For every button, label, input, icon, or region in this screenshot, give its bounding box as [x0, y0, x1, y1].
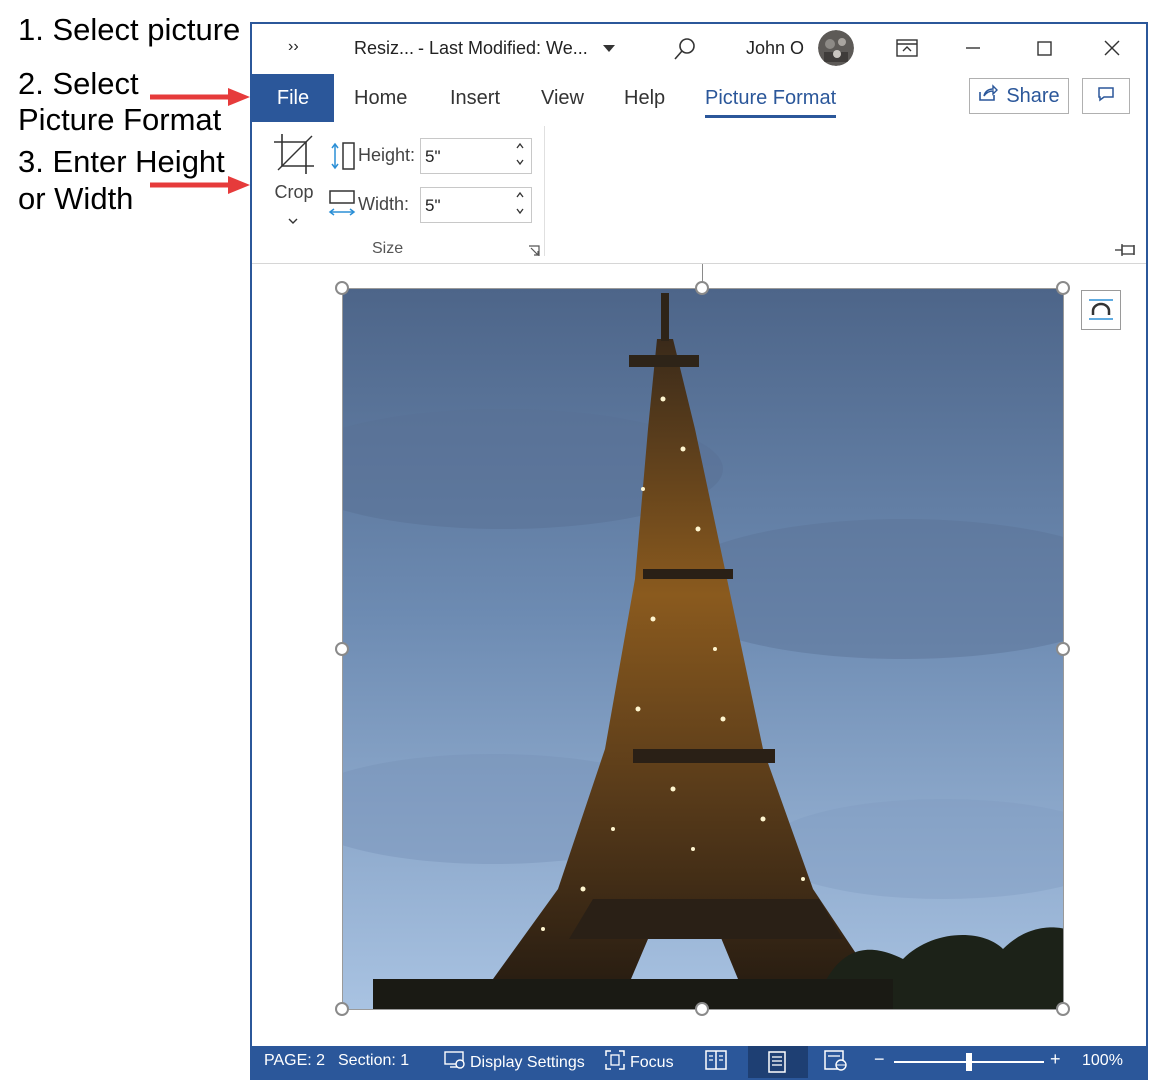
share-icon	[978, 84, 999, 108]
title-bar: ›› Resiz... - Last Modified: We... John …	[252, 24, 1146, 74]
layout-options-button[interactable]	[1081, 290, 1121, 330]
display-settings-icon	[444, 1050, 466, 1075]
tab-file[interactable]: File	[252, 74, 334, 122]
height-label: Height:	[358, 145, 416, 165]
crop-icon	[272, 132, 316, 181]
zoom-level[interactable]: 100%	[1082, 1052, 1123, 1070]
annotation-step-3b: or Width	[18, 181, 134, 216]
width-icon	[328, 189, 356, 224]
tab-view[interactable]: View	[541, 74, 584, 122]
overflow-icon[interactable]: ››	[288, 38, 299, 56]
zoom-slider-thumb[interactable]	[966, 1053, 972, 1071]
zoom-in-button[interactable]: +	[1050, 1049, 1061, 1070]
display-mode-icon[interactable]	[896, 38, 918, 58]
zoom-out-button[interactable]: −	[874, 1049, 885, 1070]
width-input[interactable]: 5"	[420, 187, 532, 223]
height-icon	[330, 142, 356, 175]
annotation-step-2b: Picture Format	[18, 102, 222, 137]
resize-handle-bottom[interactable]	[695, 1002, 709, 1016]
resize-handle-bottom-right[interactable]	[1056, 1002, 1070, 1016]
status-bar: PAGE: 2 Section: 1 Display Settings Focu…	[252, 1046, 1146, 1078]
layout-options-icon	[1087, 297, 1115, 328]
chevron-down-icon	[287, 212, 299, 230]
share-button[interactable]: Share	[969, 78, 1069, 114]
resize-handle-bottom-left[interactable]	[335, 1002, 349, 1016]
share-label: Share	[1006, 84, 1060, 107]
user-name[interactable]: John O	[746, 38, 804, 59]
display-settings-label: Display Settings	[470, 1053, 585, 1071]
crop-label: Crop	[274, 182, 314, 202]
width-label: Width:	[358, 194, 410, 214]
crop-button[interactable]: Crop	[270, 128, 318, 224]
zoom-slider[interactable]	[894, 1053, 1044, 1071]
comment-button[interactable]	[1082, 78, 1130, 114]
print-layout-button[interactable]	[748, 1046, 808, 1078]
document-name[interactable]: Resiz...	[354, 38, 414, 59]
ribbon-tabs: File Home Insert View Help Picture Forma…	[252, 74, 1146, 124]
annotation-arrow-size	[150, 176, 250, 194]
height-down-icon[interactable]	[515, 157, 525, 169]
height-value: 5"	[425, 147, 441, 166]
tab-insert[interactable]: Insert	[450, 74, 500, 122]
minimize-icon[interactable]	[966, 46, 980, 50]
focus-label: Focus	[630, 1053, 674, 1071]
read-mode-icon[interactable]	[704, 1049, 728, 1076]
annotation-step-2: 2. Select	[18, 66, 139, 101]
height-up-icon[interactable]	[515, 141, 525, 153]
width-down-icon[interactable]	[515, 206, 525, 218]
pin-icon[interactable]	[1114, 242, 1138, 263]
height-input[interactable]: 5"	[420, 138, 532, 174]
last-modified[interactable]: - Last Modified: We...	[418, 38, 588, 59]
tab-picture-format[interactable]: Picture Format	[705, 74, 837, 122]
focus-icon	[604, 1049, 626, 1076]
dialog-launcher-icon[interactable]	[528, 244, 540, 262]
resize-handle-top-right[interactable]	[1056, 281, 1070, 295]
resize-handle-top-left[interactable]	[335, 281, 349, 295]
web-layout-icon[interactable]	[824, 1050, 848, 1077]
dropdown-icon[interactable]	[602, 42, 616, 56]
section-indicator[interactable]: Section: 1	[338, 1052, 409, 1070]
resize-handle-top[interactable]	[695, 281, 709, 295]
resize-handle-right[interactable]	[1056, 642, 1070, 656]
annotation-step-1: 1. Select picture	[18, 12, 241, 47]
avatar[interactable]	[818, 30, 854, 66]
resize-handle-left[interactable]	[335, 642, 349, 656]
ribbon-separator	[544, 126, 545, 256]
annotation-arrow-file	[150, 88, 250, 106]
eiffel-tower-picture[interactable]	[342, 288, 1064, 1010]
ribbon-panel: Crop Height: 5" Width: 5" Size	[252, 124, 1146, 264]
page-indicator[interactable]: PAGE: 2	[264, 1052, 325, 1070]
document-canvas	[252, 264, 1146, 1050]
width-up-icon[interactable]	[515, 190, 525, 202]
word-window: ›› Resiz... - Last Modified: We... John …	[250, 22, 1148, 1080]
print-layout-icon	[767, 1051, 787, 1078]
comment-icon	[1097, 86, 1115, 107]
close-icon[interactable]	[1104, 40, 1120, 56]
focus-button[interactable]: Focus	[604, 1049, 674, 1076]
display-settings-button[interactable]: Display Settings	[444, 1050, 585, 1075]
search-icon[interactable]	[672, 36, 698, 62]
tab-help[interactable]: Help	[624, 74, 665, 122]
size-group-label: Size	[372, 240, 404, 257]
maximize-icon[interactable]	[1036, 40, 1052, 56]
width-value: 5"	[425, 196, 441, 215]
tab-home[interactable]: Home	[354, 74, 407, 122]
